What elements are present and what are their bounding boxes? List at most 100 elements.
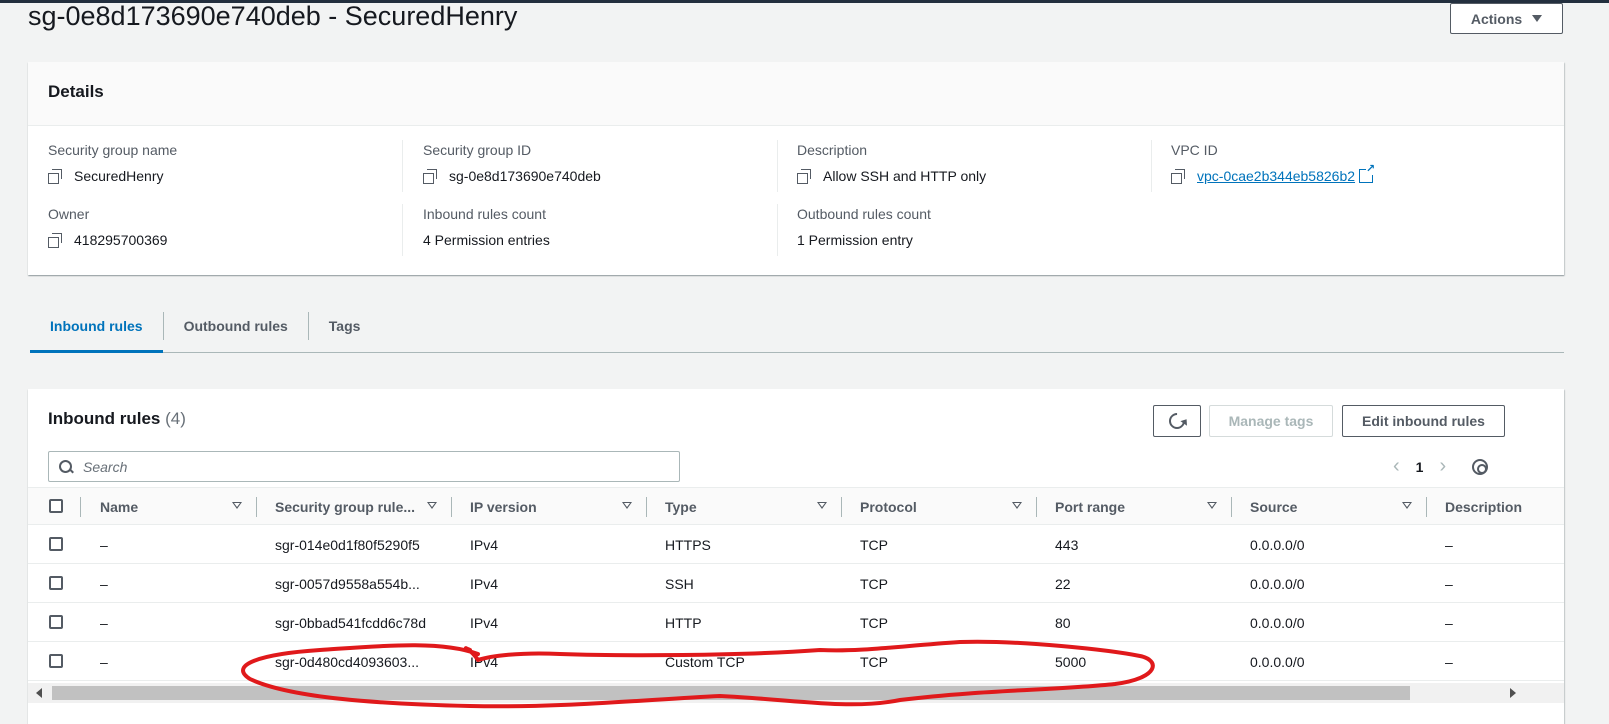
cell-type: SSH [665, 575, 694, 592]
refresh-icon [1165, 409, 1189, 433]
cell-ip-version: IPv4 [470, 614, 499, 631]
column-header-rule-id[interactable]: Security group rule... [275, 488, 415, 525]
gear-icon[interactable] [1472, 458, 1489, 475]
cell-rule-id: sgr-014e0d1f80f5290f5 [275, 536, 420, 553]
sort-icon[interactable] [622, 502, 632, 509]
edit-inbound-rules-button[interactable]: Edit inbound rules [1342, 405, 1505, 437]
chevron-right-icon[interactable]: › [1439, 455, 1446, 478]
inbound-count-value: 4 Permission entries [423, 231, 550, 248]
table-row[interactable]: – sgr-0057d9558a554b... IPv4 SSH TCP 22 0.0.0.… [28, 564, 1564, 603]
cell-ip-version: IPv4 [470, 536, 499, 553]
external-link-icon[interactable] [1359, 163, 1376, 183]
search-input[interactable] [83, 458, 643, 475]
cell-protocol: TCP [860, 536, 888, 553]
search-field[interactable] [48, 451, 680, 482]
scroll-right-icon[interactable] [1510, 688, 1516, 698]
copy-icon[interactable] [1171, 168, 1185, 184]
column-divider[interactable] [451, 497, 452, 517]
vpc-id-link[interactable]: vpc-0cae2b344eb5826b2 [1197, 168, 1355, 184]
column-header-port-range[interactable]: Port range [1055, 488, 1125, 525]
details-heading: Details [48, 82, 104, 101]
cell-name: – [100, 575, 108, 592]
cell-source: 0.0.0.0/0 [1250, 653, 1305, 670]
field-owner: Owner 418295700369 [48, 206, 168, 248]
cell-name: – [100, 653, 108, 670]
outbound-count-value: 1 Permission entry [797, 231, 913, 248]
row-checkbox[interactable] [49, 576, 63, 590]
select-all-checkbox[interactable] [49, 499, 63, 513]
tab-outbound-rules[interactable]: Outbound rules [164, 300, 308, 352]
column-header-type[interactable]: Type [665, 488, 697, 525]
cell-protocol: TCP [860, 575, 888, 592]
cell-protocol: TCP [860, 653, 888, 670]
column-divider[interactable] [1426, 497, 1427, 517]
cell-protocol: TCP [860, 614, 888, 631]
sort-icon[interactable] [1207, 502, 1217, 509]
manage-tags-button[interactable]: Manage tags [1209, 405, 1333, 437]
row-checkbox[interactable] [49, 537, 63, 551]
column-header-name[interactable]: Name [100, 488, 138, 525]
divider [402, 204, 403, 256]
horizontal-scrollbar[interactable] [28, 683, 1564, 703]
actions-button[interactable]: Actions [1450, 3, 1563, 34]
scrollbar-thumb[interactable] [52, 686, 1410, 700]
column-header-protocol[interactable]: Protocol [860, 488, 917, 525]
divider [1151, 140, 1152, 192]
column-divider[interactable] [646, 497, 647, 517]
cell-ip-version: IPv4 [470, 575, 499, 592]
cell-source: 0.0.0.0/0 [1250, 575, 1305, 592]
table-header: Name Security group rule... IP version T… [28, 487, 1564, 525]
sort-icon[interactable] [817, 502, 827, 509]
column-divider[interactable] [841, 497, 842, 517]
row-checkbox[interactable] [49, 615, 63, 629]
column-header-description[interactable]: Description [1445, 488, 1522, 525]
sort-icon[interactable] [1012, 502, 1022, 509]
cell-rule-id: sgr-0bbad541fcdd6c78d [275, 614, 427, 631]
column-divider [80, 497, 81, 517]
table-row[interactable]: – sgr-014e0d1f80f5290f5 IPv4 HTTPS TCP 443 0.0… [28, 525, 1564, 564]
column-divider[interactable] [256, 497, 257, 517]
sort-icon[interactable] [1402, 502, 1412, 509]
divider [777, 140, 778, 192]
chevron-left-icon[interactable]: ‹ [1393, 455, 1400, 478]
cell-source: 0.0.0.0/0 [1250, 614, 1305, 631]
cell-name: – [100, 536, 108, 553]
table-row[interactable]: – sgr-0d480cd4093603... IPv4 Custom TCP TCP 5… [28, 642, 1564, 681]
cell-ip-version: IPv4 [470, 653, 499, 670]
actions-label: Actions [1470, 10, 1523, 27]
caret-down-icon [1532, 15, 1543, 22]
copy-icon[interactable] [423, 168, 437, 184]
page-number[interactable]: 1 [1416, 459, 1424, 475]
scroll-left-icon[interactable] [36, 688, 42, 698]
copy-icon[interactable] [797, 168, 811, 184]
rules-heading: Inbound rules (4) [48, 409, 186, 428]
tab-inbound-rules[interactable]: Inbound rules [30, 300, 163, 353]
field-inbound-count: Inbound rules count 4 Permission entries [423, 206, 550, 248]
refresh-button[interactable] [1153, 405, 1201, 437]
column-header-ip-version[interactable]: IP version [470, 488, 537, 525]
divider [402, 140, 403, 192]
column-divider[interactable] [1036, 497, 1037, 517]
field-outbound-count: Outbound rules count 1 Permission entry [797, 206, 931, 248]
rules-count: (4) [165, 409, 186, 428]
inbound-rules-panel: Inbound rules (4) Manage tags Edit inbou… [28, 389, 1564, 724]
cell-port-range: 80 [1055, 614, 1071, 631]
column-header-source[interactable]: Source [1250, 488, 1297, 525]
description-value: Allow SSH and HTTP only [823, 167, 987, 184]
sort-icon[interactable] [427, 502, 437, 509]
field-sg-name: Security group name SecuredHenry [48, 142, 178, 184]
cell-source: 0.0.0.0/0 [1250, 536, 1305, 553]
tab-tags[interactable]: Tags [309, 300, 381, 352]
copy-icon[interactable] [48, 232, 62, 248]
column-divider[interactable] [1231, 497, 1232, 517]
cell-rule-id: sgr-0d480cd4093603... [275, 653, 419, 670]
copy-icon[interactable] [48, 168, 62, 184]
sort-icon[interactable] [232, 502, 242, 509]
field-sg-id: Security group ID sg-0e8d173690e740deb [423, 142, 601, 184]
cell-description: – [1445, 653, 1453, 670]
cell-type: HTTPS [665, 536, 711, 553]
row-checkbox[interactable] [49, 654, 63, 668]
field-vpc-id: VPC ID vpc-0cae2b344eb5826b2 [1171, 142, 1376, 189]
table-row[interactable]: – sgr-0bbad541fcdd6c78d IPv4 HTTP TCP 80 0.0.0… [28, 603, 1564, 642]
cell-name: – [100, 614, 108, 631]
